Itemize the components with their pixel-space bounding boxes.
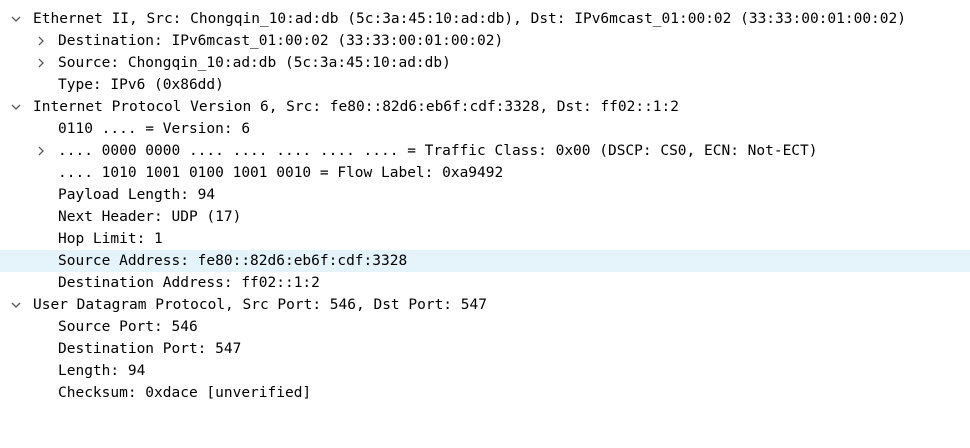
tree-field-label: Destination: IPv6mcast_01:00:02 (33:33:0…: [58, 33, 504, 49]
tree-field-label: Source Address: fe80::82d6:eb6f:cdf:3328: [58, 253, 408, 269]
tree-field-traffic-class[interactable]: .... 0000 0000 .... .... .... .... .... …: [0, 140, 970, 162]
chevron-down-icon[interactable]: [9, 8, 23, 30]
tree-field-checksum[interactable]: Checksum: 0xdace [unverified]: [0, 382, 970, 404]
tree-node-label: Ethernet II, Src: Chongqin_10:ad:db (5c:…: [33, 11, 906, 27]
tree-field-label: Source Port: 546: [58, 319, 198, 335]
tree-field-label: .... 0000 0000 .... .... .... .... .... …: [58, 143, 818, 159]
tree-field-payload-length[interactable]: Payload Length: 94: [0, 184, 970, 206]
tree-field-label: Next Header: UDP (17): [58, 209, 242, 225]
tree-field-source-address[interactable]: Source Address: fe80::82d6:eb6f:cdf:3328: [0, 250, 970, 272]
tree-field-label: Type: IPv6 (0x86dd): [58, 77, 224, 93]
tree-field-flow-label[interactable]: .... 1010 1001 0100 1001 0010 = Flow Lab…: [0, 162, 970, 184]
packet-details-tree: Ethernet II, Src: Chongqin_10:ad:db (5c:…: [0, 8, 970, 404]
tree-node-udp[interactable]: User Datagram Protocol, Src Port: 546, D…: [0, 294, 970, 316]
tree-field-label: Hop Limit: 1: [58, 231, 163, 247]
tree-field-destination[interactable]: Destination: IPv6mcast_01:00:02 (33:33:0…: [0, 30, 970, 52]
tree-field-label: Destination Port: 547: [58, 341, 242, 357]
tree-field-source[interactable]: Source: Chongqin_10:ad:db (5c:3a:45:10:a…: [0, 52, 970, 74]
tree-field-label: Checksum: 0xdace [unverified]: [58, 385, 312, 401]
tree-field-label: Payload Length: 94: [58, 187, 216, 203]
chevron-right-icon[interactable]: [34, 30, 48, 52]
tree-field-length[interactable]: Length: 94: [0, 360, 970, 382]
chevron-right-icon[interactable]: [34, 52, 48, 74]
tree-field-source-port[interactable]: Source Port: 546: [0, 316, 970, 338]
chevron-down-icon[interactable]: [9, 294, 23, 316]
chevron-right-icon[interactable]: [34, 140, 48, 162]
tree-field-version[interactable]: 0110 .... = Version: 6: [0, 118, 970, 140]
tree-field-destination-port[interactable]: Destination Port: 547: [0, 338, 970, 360]
tree-field-hop-limit[interactable]: Hop Limit: 1: [0, 228, 970, 250]
tree-field-next-header[interactable]: Next Header: UDP (17): [0, 206, 970, 228]
tree-node-label: Internet Protocol Version 6, Src: fe80::…: [33, 99, 680, 115]
tree-node-ipv6[interactable]: Internet Protocol Version 6, Src: fe80::…: [0, 96, 970, 118]
tree-field-type[interactable]: Type: IPv6 (0x86dd): [0, 74, 970, 96]
tree-field-label: Length: 94: [58, 363, 146, 379]
tree-field-destination-address[interactable]: Destination Address: ff02::1:2: [0, 272, 970, 294]
tree-field-label: Source: Chongqin_10:ad:db (5c:3a:45:10:a…: [58, 55, 451, 71]
tree-node-label: User Datagram Protocol, Src Port: 546, D…: [33, 297, 487, 313]
tree-field-label: .... 1010 1001 0100 1001 0010 = Flow Lab…: [58, 165, 504, 181]
tree-field-label: Destination Address: ff02::1:2: [58, 275, 320, 291]
tree-node-ethernet[interactable]: Ethernet II, Src: Chongqin_10:ad:db (5c:…: [0, 8, 970, 30]
tree-field-label: 0110 .... = Version: 6: [58, 121, 251, 137]
chevron-down-icon[interactable]: [9, 96, 23, 118]
